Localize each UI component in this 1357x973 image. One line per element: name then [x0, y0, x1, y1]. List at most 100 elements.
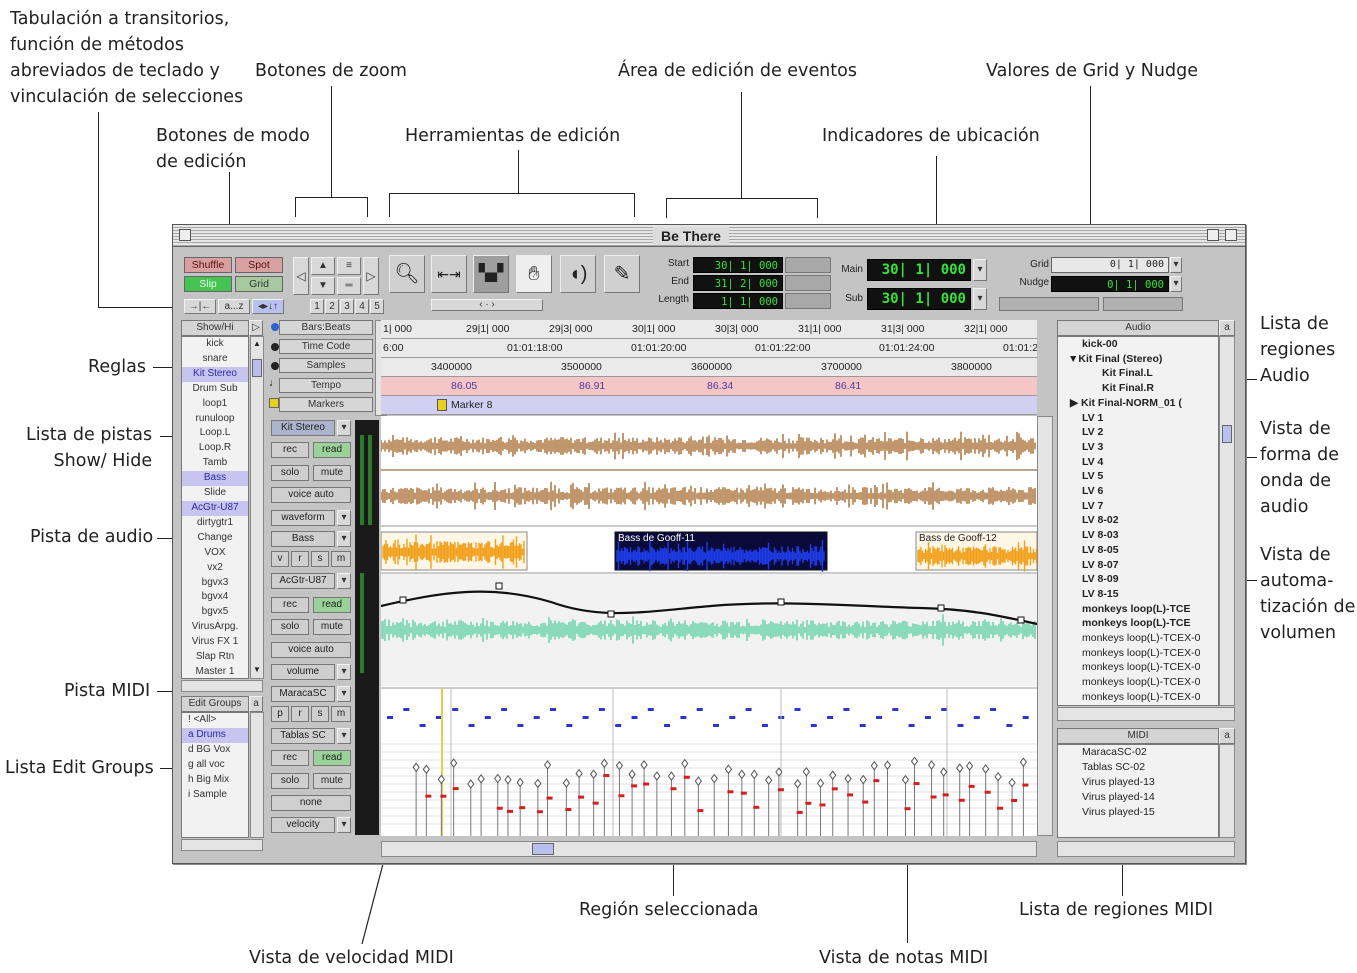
- acgtr-read-button[interactable]: read: [313, 597, 351, 613]
- audio-region-item[interactable]: LV 4: [1082, 455, 1103, 470]
- edit-groups-list[interactable]: ! <All> a Drums d BG Vox g all voc h Big Mix…: [181, 712, 249, 838]
- bars-beats-ruler[interactable]: 1| 000 29|1| 000 29|3| 000 30|1| 000 30|3| 0…: [381, 320, 1037, 339]
- track-list-item[interactable]: Loop.R: [182, 441, 248, 456]
- tracks-show-hide-list[interactable]: kick snare Kit Stereo Drum Sub loop1 runuloop…: [181, 336, 249, 679]
- main-counter-dropdown[interactable]: ▾: [973, 259, 987, 281]
- tablas-menu[interactable]: ▾: [337, 728, 351, 744]
- audio-region-item[interactable]: LV 8-03: [1082, 528, 1119, 543]
- audio-region-item[interactable]: monkeys loop(L)-TCEX-0: [1082, 646, 1200, 661]
- acgtr-mute-button[interactable]: mute: [313, 619, 351, 635]
- grabber-tool-icon[interactable]: ✋︎: [516, 255, 552, 293]
- audio-region-item[interactable]: monkeys loop(L)-TCEX-0: [1082, 631, 1200, 646]
- audio-zoom-up-button[interactable]: ▲: [311, 257, 335, 275]
- main-counter[interactable]: 30| 1| 000: [867, 259, 971, 281]
- audio-region-item[interactable]: LV 3: [1082, 440, 1103, 455]
- edit-groups-menu[interactable]: a: [249, 696, 263, 712]
- kit-stereo-name-button[interactable]: Kit Stereo: [271, 420, 335, 436]
- track-list-item[interactable]: Master 1: [182, 665, 248, 678]
- close-box-icon[interactable]: [179, 229, 191, 241]
- acgtr-rec-button[interactable]: rec: [271, 597, 309, 613]
- midi-region-item[interactable]: Tablas SC-02: [1082, 760, 1145, 775]
- zoom-in-horizontal-button[interactable]: ▷: [363, 257, 379, 295]
- acgtr-view-menu[interactable]: ▾: [337, 664, 351, 680]
- tracks-list-scrollbar[interactable]: ▲ ▼: [250, 336, 264, 679]
- edit-group-item[interactable]: d BG Vox: [182, 743, 248, 758]
- scroll-down-arrow-icon[interactable]: ▼: [253, 665, 261, 674]
- tempo-ruler-button[interactable]: Tempo: [279, 378, 373, 393]
- track-list-item[interactable]: AcGtr-U87: [182, 500, 248, 516]
- acgtr-voice-button[interactable]: voice auto: [271, 642, 351, 658]
- sub-counter-dropdown[interactable]: ▾: [973, 288, 987, 310]
- tablas-view-selector[interactable]: velocity: [271, 817, 335, 833]
- bass-mute-toggle[interactable]: m: [331, 551, 351, 567]
- show-hide-menu-arrow[interactable]: ▷: [249, 320, 263, 336]
- audio-region-item[interactable]: monkeys loop(L)-TCEX-0: [1082, 690, 1200, 705]
- track-list-item[interactable]: VirusArpg.: [182, 620, 248, 635]
- midi-region-item[interactable]: Virus played-15: [1082, 805, 1155, 820]
- time-code-ruler[interactable]: 6:00 01:01:18:00 01:01:20:00 01:01:22:00 01:…: [381, 339, 1037, 358]
- track-list-item[interactable]: Virus FX 1: [182, 635, 248, 650]
- audio-zoom-down-button[interactable]: ▼: [311, 277, 335, 295]
- tempo-event-label[interactable]: 86.41: [835, 377, 861, 395]
- acgtr-solo-button[interactable]: solo: [271, 619, 309, 635]
- smart-tool-bar[interactable]: ‹ · ›: [431, 299, 543, 311]
- zoom-box-icon[interactable]: [1207, 229, 1219, 241]
- track-list-item[interactable]: kick: [182, 337, 248, 352]
- bass-rec-toggle[interactable]: r: [291, 551, 309, 567]
- acgtr-menu[interactable]: ▾: [337, 573, 351, 589]
- audio-region-item[interactable]: LV 5: [1082, 469, 1103, 484]
- end-counter[interactable]: 31| 2| 000: [693, 275, 783, 291]
- audio-region-item[interactable]: monkeys loop(L)-TCE: [1082, 616, 1191, 631]
- audio-region-item[interactable]: LV 8-05: [1082, 543, 1119, 558]
- edit-group-item[interactable]: g all voc: [182, 758, 248, 773]
- track-list-item[interactable]: snare: [182, 352, 248, 367]
- kit-stereo-rec-button[interactable]: rec: [271, 442, 309, 458]
- maraca-mute-toggle[interactable]: m: [331, 706, 351, 722]
- scroll-thumb[interactable]: [252, 359, 262, 377]
- shuffle-mode-button[interactable]: Shuffle: [184, 257, 232, 273]
- kit-stereo-read-button[interactable]: read: [313, 442, 351, 458]
- track-list-item[interactable]: Change: [182, 531, 248, 546]
- bass-right-region-label[interactable]: Bass de Gooff-12: [919, 533, 997, 544]
- zoom-preset-1[interactable]: 1: [310, 299, 324, 314]
- length-counter[interactable]: 1| 1| 000: [693, 293, 783, 309]
- midi-zoom-down-button[interactable]: ═: [337, 277, 361, 295]
- audio-regions-hscroll[interactable]: [1057, 707, 1235, 721]
- selector-tool-icon[interactable]: ▚▞: [473, 255, 509, 293]
- kit-stereo-voice-button[interactable]: voice auto: [271, 487, 351, 503]
- track-list-item[interactable]: Slap Rtn: [182, 650, 248, 665]
- collapse-box-icon[interactable]: [1225, 229, 1237, 241]
- audio-region-item[interactable]: monkeys loop(L)-TCEX-0: [1082, 660, 1200, 675]
- grid-dropdown[interactable]: ▾: [1170, 257, 1182, 273]
- midi-regions-hscroll[interactable]: [1057, 841, 1235, 857]
- track-list-item[interactable]: Bass: [182, 471, 248, 487]
- slip-mode-button[interactable]: Slip: [184, 276, 232, 292]
- track-list-item[interactable]: Tamb: [182, 456, 248, 471]
- zoomer-tool-icon[interactable]: 🔍︎: [389, 255, 425, 293]
- bass-solo-toggle[interactable]: s: [311, 551, 329, 567]
- audio-region-item[interactable]: LV 8-07: [1082, 558, 1119, 573]
- grid-mode-button[interactable]: Grid: [235, 276, 283, 292]
- zoom-preset-4[interactable]: 4: [355, 299, 369, 314]
- markers-ruler-button[interactable]: Markers: [279, 397, 373, 412]
- midi-regions-header[interactable]: MIDI: [1057, 728, 1219, 744]
- maraca-menu[interactable]: ▾: [337, 686, 351, 702]
- midi-region-item[interactable]: Virus played-13: [1082, 775, 1155, 790]
- audio-region-item[interactable]: kick-00: [1082, 337, 1118, 352]
- tablas-solo-button[interactable]: solo: [271, 773, 309, 789]
- spot-mode-button[interactable]: Spot: [235, 257, 283, 273]
- audio-list-scroll-thumb[interactable]: [1222, 425, 1232, 443]
- acgtr-name-button[interactable]: AcGtr-U87: [271, 573, 335, 589]
- hscroll-thumb[interactable]: [532, 843, 554, 855]
- bass-menu[interactable]: ▾: [337, 531, 351, 547]
- midi-regions-scrollbar[interactable]: [1219, 744, 1235, 838]
- kit-stereo-view-selector[interactable]: waveform: [271, 510, 335, 526]
- edit-group-item[interactable]: a Drums: [182, 727, 248, 743]
- track-list-item[interactable]: VOX: [182, 546, 248, 561]
- bass-voice-toggle[interactable]: v: [271, 551, 289, 567]
- nudge-dropdown[interactable]: ▾: [1170, 276, 1182, 292]
- edit-groups-header[interactable]: Edit Groups: [181, 696, 249, 712]
- marker-8-label[interactable]: Marker 8: [451, 396, 492, 414]
- maraca-rec-toggle[interactable]: r: [291, 706, 309, 722]
- zoom-preset-2[interactable]: 2: [325, 299, 339, 314]
